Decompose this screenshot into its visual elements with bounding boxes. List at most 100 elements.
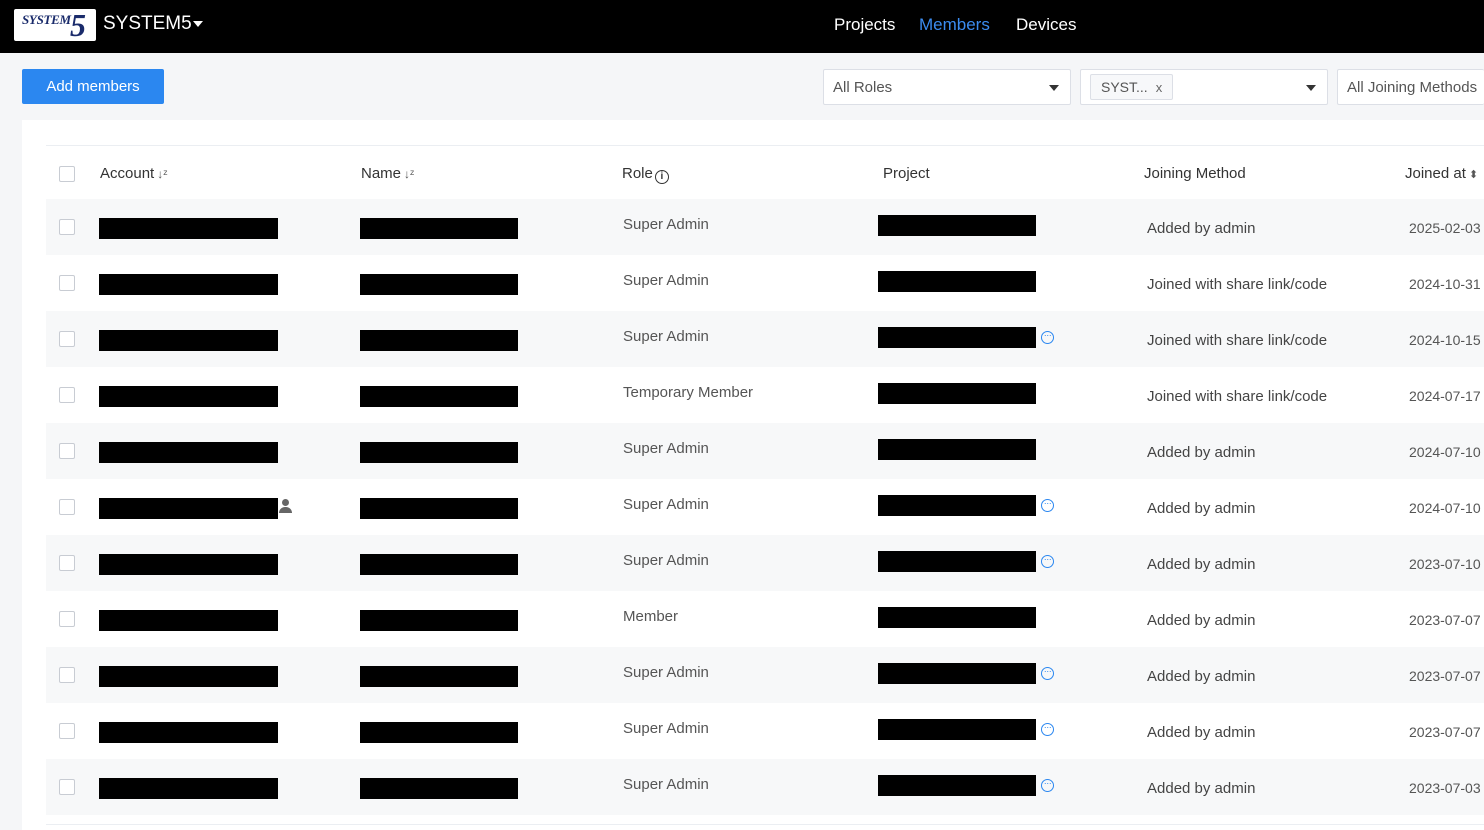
joined-at-cell: 2024-07-10 (1409, 500, 1481, 516)
org-switcher-caret-icon[interactable] (193, 21, 203, 27)
joined-at-cell: 2023-07-07 (1409, 668, 1481, 684)
account-redacted (99, 218, 278, 239)
row-checkbox[interactable] (59, 611, 75, 627)
user-icon (279, 499, 292, 513)
table-row[interactable]: Super Admin ··· Joined with share link/cod… (46, 311, 1484, 367)
joining-method-cell: Added by admin (1147, 612, 1256, 629)
row-checkbox[interactable] (59, 555, 75, 571)
role-cell: Super Admin (623, 328, 709, 345)
account-redacted (99, 722, 278, 743)
role-cell: Member (623, 608, 679, 625)
table-row[interactable]: Super Admin ··· Added by admin 2023-07-07 (46, 703, 1484, 759)
more-projects-icon[interactable]: ··· (1041, 723, 1054, 736)
role-cell: Super Admin (623, 664, 709, 681)
nav-devices[interactable]: Devices (1016, 15, 1076, 35)
project-redacted (878, 383, 1036, 404)
column-name[interactable]: Name ↓ᶻ (361, 165, 414, 182)
account-redacted (99, 666, 278, 687)
row-checkbox[interactable] (59, 387, 75, 403)
account-redacted (99, 386, 278, 407)
row-checkbox[interactable] (59, 779, 75, 795)
project-redacted (878, 663, 1036, 684)
column-account[interactable]: Account ↓ᶻ (100, 165, 168, 182)
account-redacted (99, 498, 278, 519)
column-role: Role i (622, 165, 669, 184)
row-checkbox[interactable] (59, 219, 75, 235)
project-redacted (878, 551, 1036, 572)
sort-icon: ⬍ (1468, 169, 1479, 181)
name-redacted (360, 274, 518, 295)
sort-icon: ↓ᶻ (404, 167, 415, 181)
joining-method-cell: Added by admin (1147, 724, 1256, 741)
nav-projects[interactable]: Projects (834, 15, 895, 35)
name-redacted (360, 722, 518, 743)
joined-at-cell: 2023-07-07 (1409, 724, 1481, 740)
name-redacted (360, 610, 518, 631)
table-row[interactable]: Super Admin ··· Added by admin 2023-07-10 (46, 535, 1484, 591)
role-filter-select[interactable]: All Roles (823, 69, 1071, 105)
joined-at-cell: 2024-07-10 (1409, 444, 1481, 460)
role-filter-value: All Roles (833, 79, 893, 96)
joined-at-cell: 2025-02-03 (1409, 220, 1481, 236)
more-projects-icon[interactable]: ··· (1041, 499, 1054, 512)
column-project: Project (883, 165, 930, 182)
name-redacted (360, 666, 518, 687)
account-redacted (99, 274, 278, 295)
more-projects-icon[interactable]: ··· (1041, 779, 1054, 792)
role-cell: Super Admin (623, 496, 709, 513)
chevron-down-icon (1306, 85, 1316, 91)
table-divider (46, 824, 1484, 825)
row-checkbox[interactable] (59, 723, 75, 739)
project-redacted (878, 271, 1036, 292)
more-projects-icon[interactable]: ··· (1041, 667, 1054, 680)
more-projects-icon[interactable]: ··· (1041, 555, 1054, 568)
joining-method-filter-value: All Joining Methods (1347, 79, 1478, 96)
table-row[interactable]: Super Admin Joined with share link/code 20… (46, 255, 1484, 311)
table-row[interactable]: Temporary Member Joined with share link/c… (46, 367, 1484, 423)
project-filter-select[interactable]: SYST... x (1080, 69, 1328, 105)
add-members-button[interactable]: Add members (22, 69, 164, 104)
role-cell: Super Admin (623, 720, 709, 737)
tag-remove-icon[interactable]: x (1156, 80, 1163, 95)
joining-method-cell: Added by admin (1147, 556, 1256, 573)
account-redacted (99, 442, 278, 463)
project-redacted (878, 327, 1036, 348)
table-row[interactable]: Super Admin ··· Added by admin 2023-07-03 (46, 759, 1484, 815)
logo-number: 5 (70, 7, 86, 43)
joining-method-cell: Joined with share link/code (1147, 388, 1328, 405)
sort-icon: ↓ᶻ (157, 167, 168, 181)
table-row[interactable]: Super Admin ··· Added by admin 2023-07-07 (46, 647, 1484, 703)
info-icon[interactable]: i (654, 170, 669, 184)
row-checkbox[interactable] (59, 499, 75, 515)
table-row[interactable]: Super Admin Added by admin 2024-07-10 (46, 423, 1484, 479)
row-checkbox[interactable] (59, 667, 75, 683)
row-checkbox[interactable] (59, 275, 75, 291)
nav-members[interactable]: Members (919, 15, 990, 35)
select-all-checkbox[interactable] (59, 166, 75, 182)
members-table: Account ↓ᶻ Name ↓ᶻ Role i Project Joining M… (22, 120, 1484, 830)
joining-method-filter-select[interactable]: All Joining Methods (1337, 69, 1484, 105)
row-checkbox[interactable] (59, 443, 75, 459)
joined-at-cell: 2024-10-31 (1409, 276, 1481, 292)
name-redacted (360, 386, 518, 407)
project-filter-tag: SYST... x (1090, 74, 1174, 100)
joining-method-cell: Added by admin (1147, 220, 1256, 237)
joined-at-cell: 2024-10-15 (1409, 332, 1481, 348)
joined-at-cell: 2023-07-03 (1409, 780, 1481, 796)
more-projects-icon[interactable]: ··· (1041, 331, 1054, 344)
name-redacted (360, 554, 518, 575)
table-row[interactable]: Super Admin ··· Added by admin 2024-07-10 (46, 479, 1484, 535)
joining-method-cell: Joined with share link/code (1147, 276, 1328, 293)
company-logo[interactable]: SYSTEM 5 (14, 7, 96, 43)
project-redacted (878, 495, 1036, 516)
row-checkbox[interactable] (59, 331, 75, 347)
account-redacted (99, 554, 278, 575)
logo-text: SYSTEM (22, 12, 71, 27)
org-switcher-label[interactable]: SYSTEM5 (103, 13, 192, 35)
project-redacted (878, 775, 1036, 796)
table-row[interactable]: Member Added by admin 2023-07-07 (46, 591, 1484, 647)
name-redacted (360, 498, 518, 519)
column-joined-at[interactable]: Joined at ⬍ (1405, 165, 1478, 182)
project-redacted (878, 439, 1036, 460)
table-row[interactable]: Super Admin Added by admin 2025-02-03 (46, 199, 1484, 255)
